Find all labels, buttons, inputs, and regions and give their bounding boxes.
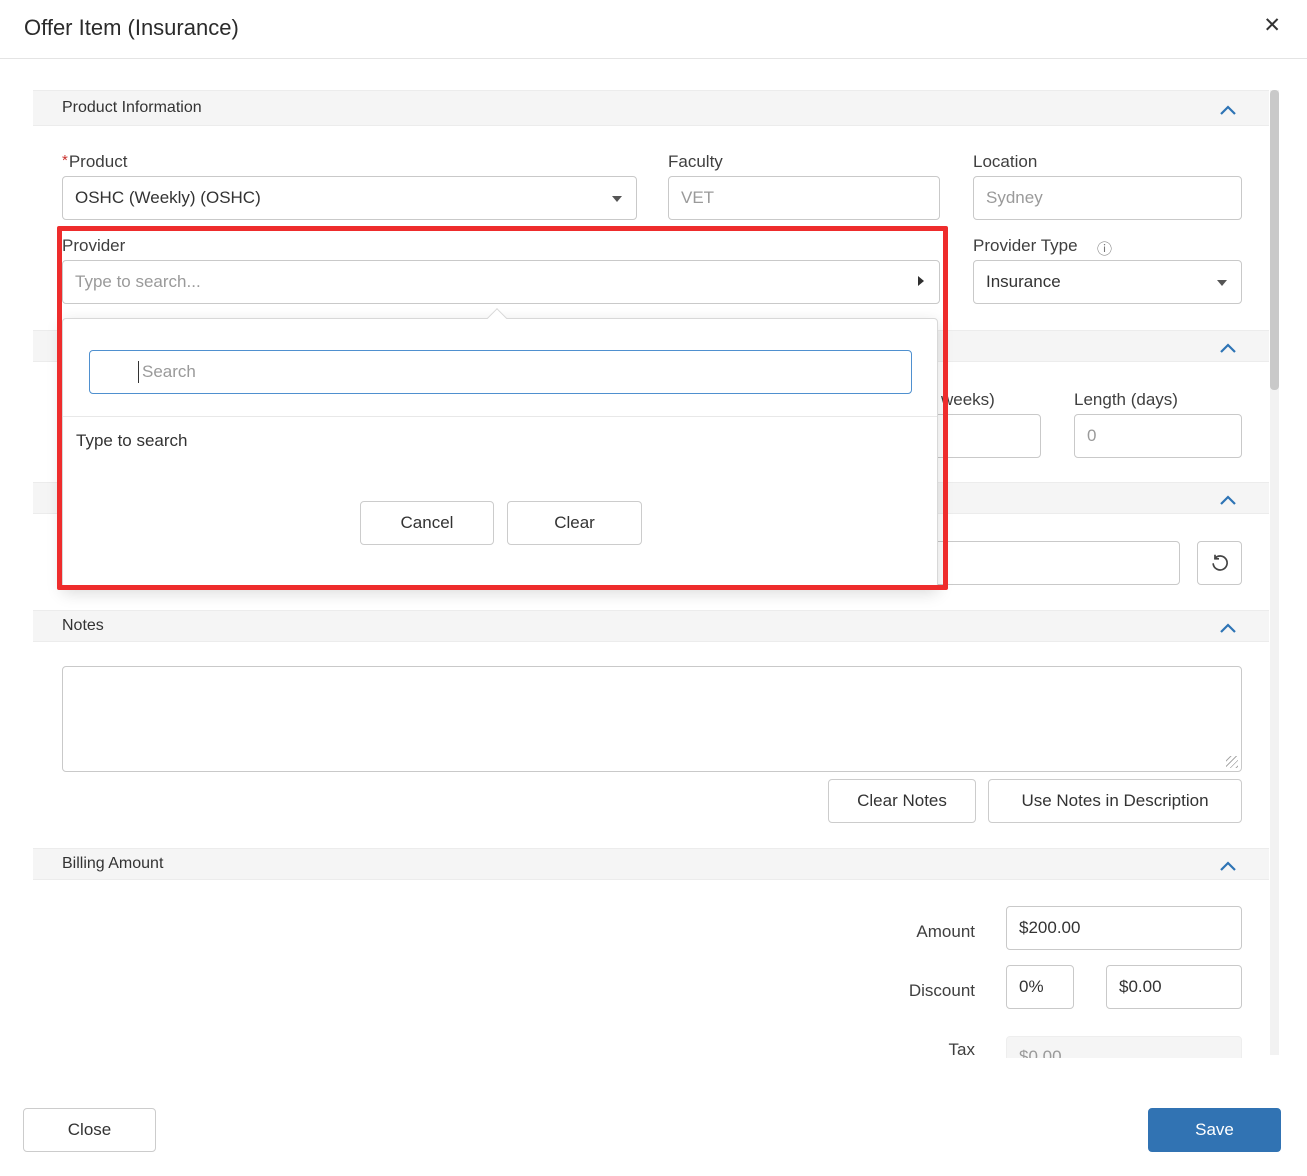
provider-search-field[interactable] — [62, 260, 940, 304]
location-label: Location — [973, 152, 1037, 172]
close-icon[interactable]: ✕ — [1263, 13, 1281, 38]
notes-section-header[interactable]: Notes — [33, 610, 1269, 642]
provider-search-popup: Type to search Cancel Clear — [62, 318, 938, 588]
collapse-chevron-icon[interactable] — [1219, 493, 1237, 511]
popup-search-input[interactable] — [89, 350, 912, 394]
discount-amount-input[interactable] — [1106, 965, 1242, 1009]
provider-type-value: Insurance — [986, 272, 1061, 291]
location-field — [973, 176, 1242, 220]
clear-notes-button[interactable]: Clear Notes — [828, 779, 976, 823]
billing-amount-section-header[interactable]: Billing Amount — [33, 848, 1269, 880]
section-title: Billing Amount — [62, 855, 163, 873]
required-asterisk: * — [62, 152, 68, 169]
discount-label: Discount — [775, 981, 975, 1001]
length-weeks-label-partial: weeks) — [941, 390, 995, 410]
text-cursor — [138, 361, 139, 383]
clear-button[interactable]: Clear — [507, 501, 642, 545]
popup-notch — [487, 308, 507, 328]
collapse-chevron-icon[interactable] — [1219, 341, 1237, 359]
save-button[interactable]: Save — [1148, 1108, 1281, 1152]
modal-body: Product Information *Product OSHC (Weekl… — [0, 0, 1307, 1058]
product-dropdown-value: OSHC (Weekly) (OSHC) — [75, 188, 261, 207]
provider-type-dropdown[interactable]: Insurance — [973, 260, 1242, 304]
popup-divider — [63, 416, 937, 417]
collapse-chevron-icon[interactable] — [1219, 859, 1237, 877]
provider-search-input[interactable] — [62, 260, 940, 304]
length-days-label: Length (days) — [1074, 390, 1178, 410]
provider-type-label: Provider Type — [973, 236, 1078, 256]
provider-label: Provider — [62, 236, 125, 256]
faculty-label: Faculty — [668, 152, 723, 172]
section-title: Notes — [62, 617, 104, 635]
notes-textarea[interactable] — [62, 666, 1242, 772]
tax-label: Tax — [775, 1040, 975, 1058]
collapse-chevron-icon[interactable] — [1219, 103, 1237, 121]
close-button[interactable]: Close — [23, 1108, 156, 1152]
amount-input[interactable] — [1006, 906, 1242, 950]
tax-value-field: $0.00 — [1006, 1036, 1242, 1058]
modal-header: Offer Item (Insurance) ✕ — [0, 0, 1307, 59]
product-dropdown[interactable]: OSHC (Weekly) (OSHC) — [62, 176, 637, 220]
chevron-down-icon — [612, 196, 622, 202]
chevron-down-icon — [1217, 280, 1227, 286]
info-icon: ⓘ — [1097, 238, 1112, 259]
collapse-chevron-icon[interactable] — [1219, 621, 1237, 639]
cancel-button[interactable]: Cancel — [360, 501, 494, 545]
amount-label: Amount — [775, 922, 975, 942]
use-notes-in-description-button[interactable]: Use Notes in Description — [988, 779, 1242, 823]
faculty-field — [668, 176, 940, 220]
popup-empty-message: Type to search — [76, 431, 188, 451]
chevron-right-icon — [918, 276, 924, 286]
product-label: *Product — [62, 152, 127, 172]
reset-history-button[interactable] — [1197, 541, 1242, 585]
product-information-section-header[interactable]: Product Information — [33, 90, 1269, 126]
section-title: Product Information — [62, 99, 202, 117]
history-icon — [1210, 553, 1230, 573]
scrollbar-thumb[interactable] — [1270, 90, 1279, 390]
discount-percent-input[interactable] — [1006, 965, 1074, 1009]
modal-title: Offer Item (Insurance) — [24, 15, 239, 41]
length-days-input[interactable] — [1074, 414, 1242, 458]
